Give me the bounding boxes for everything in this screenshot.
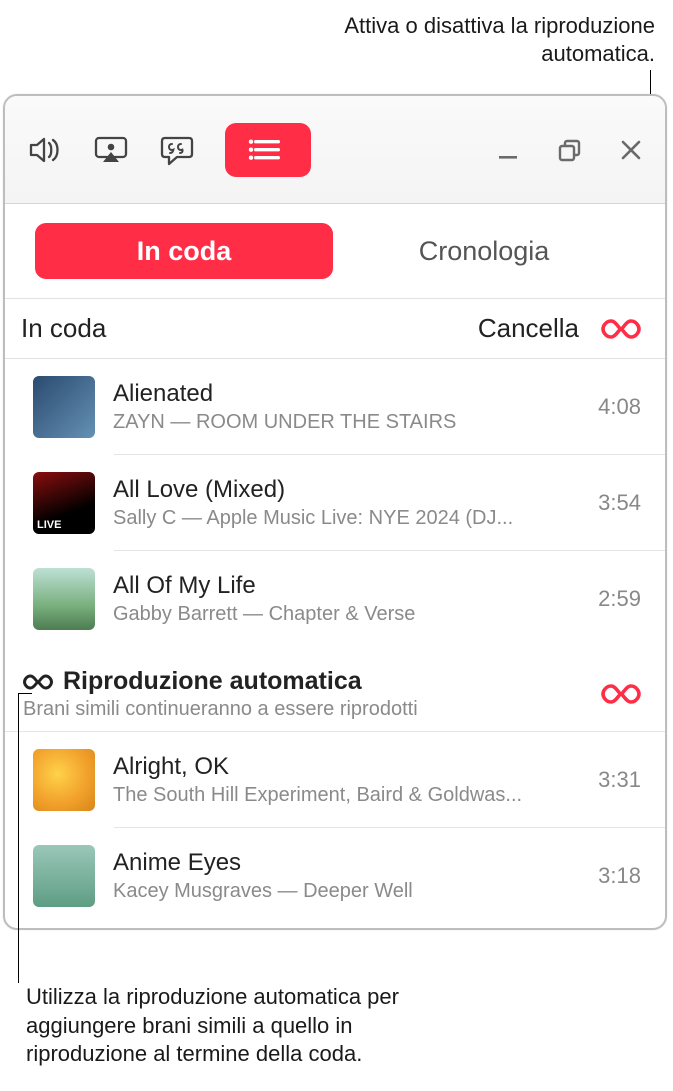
track-row[interactable]: All Love (Mixed) Sally C — Apple Music Li… <box>5 455 665 551</box>
queue-label: In coda <box>21 313 106 344</box>
track-subtitle: Kacey Musgraves — Deeper Well <box>113 880 568 903</box>
toolbar-right <box>495 137 643 163</box>
track-duration: 4:08 <box>598 394 641 420</box>
track-duration: 3:18 <box>598 863 641 889</box>
track-title: All Love (Mixed) <box>113 476 568 504</box>
track-row[interactable]: Alright, OK The South Hill Experiment, Ba… <box>5 732 665 828</box>
album-art <box>33 749 95 811</box>
track-meta: All Of My Life Gabby Barrett — Chapter & … <box>113 572 568 626</box>
autoplay-list: Alright, OK The South Hill Experiment, Ba… <box>5 732 665 928</box>
track-title: All Of My Life <box>113 572 568 600</box>
track-title: Alright, OK <box>113 753 568 781</box>
callout-autoplay-explain: Utilizza la riproduzione automatica per … <box>26 983 456 1069</box>
track-subtitle: ZAYN — ROOM UNDER THE STAIRS <box>113 411 568 434</box>
queue-list: Alienated ZAYN — ROOM UNDER THE STAIRS 4:0… <box>5 359 665 651</box>
album-art <box>33 568 95 630</box>
track-duration: 3:54 <box>598 490 641 516</box>
track-duration: 3:31 <box>598 767 641 793</box>
tab-queue[interactable]: In coda <box>35 223 333 279</box>
album-art <box>33 376 95 438</box>
track-meta: Anime Eyes Kacey Musgraves — Deeper Well <box>113 849 568 903</box>
queue-button-active[interactable] <box>225 123 311 177</box>
track-row[interactable]: Anime Eyes Kacey Musgraves — Deeper Well 3… <box>5 828 665 924</box>
track-row[interactable]: All Of My Life Gabby Barrett — Chapter & … <box>5 551 665 647</box>
tab-history[interactable]: Cronologia <box>333 223 635 279</box>
infinity-icon <box>23 673 53 691</box>
callout-autoplay-toggle: Attiva o disattiva la riproduzione autom… <box>275 12 655 67</box>
track-meta: Alienated ZAYN — ROOM UNDER THE STAIRS <box>113 380 568 434</box>
track-title: Alienated <box>113 380 568 408</box>
autoplay-toggle[interactable] <box>601 318 641 340</box>
close-icon[interactable] <box>619 138 643 162</box>
toolbar-left <box>27 123 311 177</box>
queue-header: In coda Cancella <box>5 299 665 359</box>
tab-label: Cronologia <box>419 236 550 267</box>
callout-text: Utilizza la riproduzione automatica per … <box>26 984 399 1066</box>
autoplay-title: Riproduzione automatica <box>63 667 362 696</box>
album-art <box>33 472 95 534</box>
track-title: Anime Eyes <box>113 849 568 877</box>
minimize-icon[interactable] <box>495 137 521 163</box>
airplay-icon[interactable] <box>93 132 129 168</box>
infinity-icon <box>601 318 641 340</box>
volume-icon[interactable] <box>27 132 63 168</box>
autoplay-subtitle: Brani simili continueranno a essere ripr… <box>23 698 418 721</box>
tabs: In coda Cronologia <box>5 204 665 299</box>
now-playing-queue-window: In coda Cronologia In coda Cancella Alie… <box>3 94 667 930</box>
callout-text: Attiva o disattiva la riproduzione autom… <box>344 13 655 66</box>
track-subtitle: Gabby Barrett — Chapter & Verse <box>113 603 568 626</box>
queue-list-icon <box>248 135 288 165</box>
track-duration: 2:59 <box>598 586 641 612</box>
track-row[interactable]: Alienated ZAYN — ROOM UNDER THE STAIRS 4:0… <box>5 359 665 455</box>
track-meta: Alright, OK The South Hill Experiment, Ba… <box>113 753 568 807</box>
clear-queue-button[interactable]: Cancella <box>478 313 579 344</box>
autoplay-section-header: Riproduzione automatica Brani simili con… <box>5 651 665 732</box>
infinity-icon <box>601 683 641 705</box>
maximize-icon[interactable] <box>557 137 583 163</box>
autoplay-toggle[interactable] <box>601 683 641 705</box>
album-art <box>33 845 95 907</box>
track-subtitle: Sally C — Apple Music Live: NYE 2024 (DJ… <box>113 507 568 530</box>
toolbar <box>5 96 665 204</box>
track-subtitle: The South Hill Experiment, Baird & Goldw… <box>113 784 568 807</box>
tab-label: In coda <box>137 236 232 267</box>
track-meta: All Love (Mixed) Sally C — Apple Music Li… <box>113 476 568 530</box>
lyrics-icon[interactable] <box>159 132 195 168</box>
